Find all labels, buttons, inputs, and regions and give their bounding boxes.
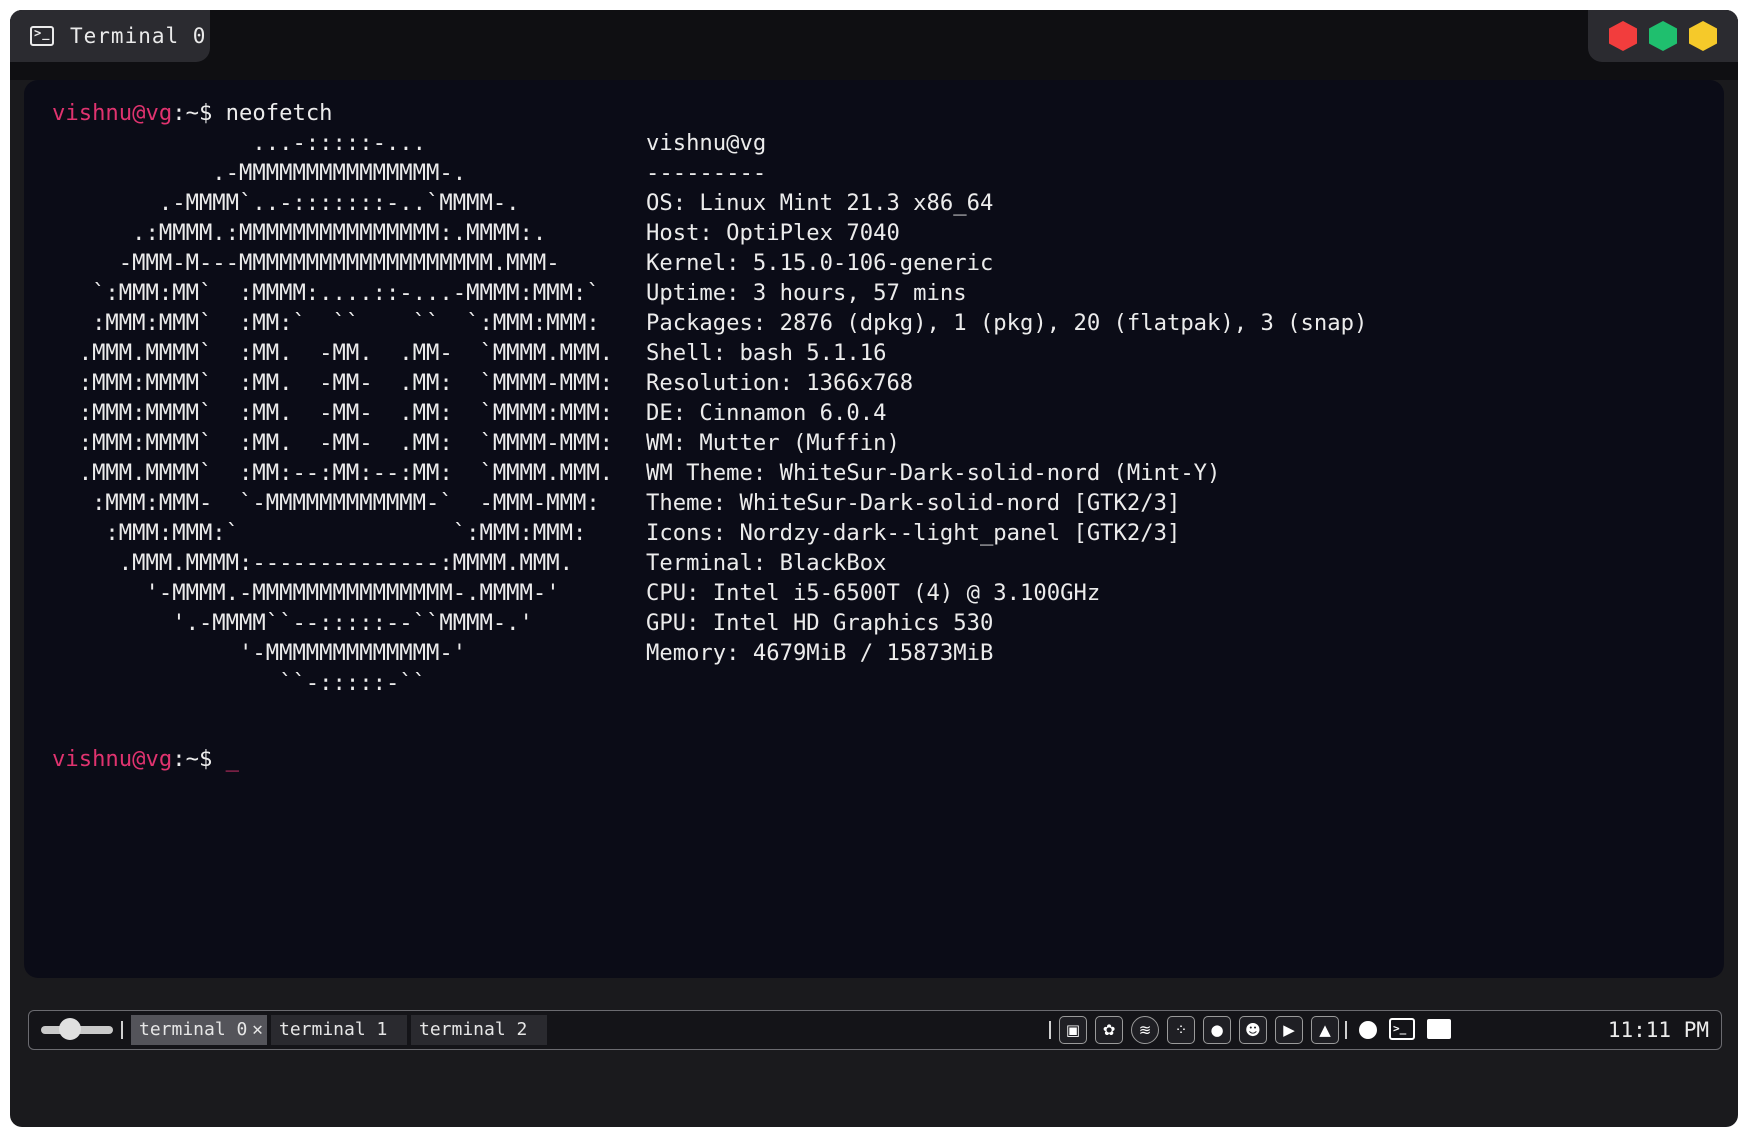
title-bar: Terminal 0 [10,10,1738,80]
prompt-suffix-2: :~$ [172,746,226,772]
info-line: Resolution: 1366x768 [646,370,914,396]
youtube-icon[interactable]: ▶ [1275,1016,1303,1044]
info-header: vishnu@vg [646,130,767,156]
info-line: DE: Cinnamon 6.0.4 [646,400,887,426]
info-line: Icons: Nordzy-dark--light_panel [GTK2/3] [646,520,1181,546]
info-line: WM Theme: WhiteSur-Dark-solid-nord (Mint… [646,460,1221,486]
panel-tab-label: terminal 2 [419,1019,528,1040]
info-line: Uptime: 3 hours, 57 mins [646,280,967,306]
info-rule: --------- [646,160,767,186]
text-cursor: _ [225,746,240,772]
maximize-window-button[interactable] [1649,21,1677,51]
info-line: Memory: 4679MiB / 15873MiB [646,640,994,666]
panel-tab-label: terminal 1 [279,1019,388,1040]
info-line: CPU: Intel i5-6500T (4) @ 3.100GHz [646,580,1101,606]
files-folder-icon[interactable] [1427,1019,1451,1039]
info-line: WM: Mutter (Muffin) [646,430,900,456]
panel-tab-terminal-0[interactable]: terminal 0 ✕ [131,1015,267,1045]
volume-slider-knob[interactable] [59,1018,81,1040]
spotify-icon[interactable]: ≋ [1131,1016,1159,1044]
status-dot-icon[interactable] [1359,1021,1377,1039]
info-line: Kernel: 5.15.0-106-generic [646,250,994,276]
github-icon[interactable]: ● [1203,1016,1231,1044]
command-text: neofetch [225,100,333,126]
panel-separator [1345,1021,1347,1039]
command-line: vishnu@vg:~$ neofetch [52,98,333,128]
info-line: Host: OptiPlex 7040 [646,220,900,246]
panel-tab-terminal-1[interactable]: terminal 1 [271,1015,407,1045]
neofetch-info: vishnu@vg --------- OS: Linux Mint 21.3 x8… [646,128,1367,668]
terminal-icon [30,26,54,46]
active-prompt-line[interactable]: vishnu@vg:~$ _ [52,744,239,774]
figma-icon[interactable]: ⁘ [1167,1016,1195,1044]
minimize-window-button[interactable] [1689,21,1717,51]
screen-recorder-icon[interactable]: ▣ [1059,1016,1087,1044]
prompt-user: vishnu@vg [52,100,173,126]
panel-separator [121,1021,123,1039]
terminal-window: Terminal 0 vishnu@vg:~$ neofetch ...-:::… [10,10,1738,1127]
info-line: Packages: 2876 (dpkg), 1 (pkg), 20 (flat… [646,310,1368,336]
terminal-launcher-icon[interactable]: >_ [1389,1018,1415,1040]
panel-tab-terminal-2[interactable]: terminal 2 [411,1015,547,1045]
chatgpt-icon[interactable]: ✿ [1095,1016,1123,1044]
discord-icon[interactable]: ☻ [1239,1016,1267,1044]
terminal-area[interactable]: vishnu@vg:~$ neofetch ...-:::::-... .-MM… [24,80,1724,978]
bottom-panel: terminal 0 ✕ terminal 1 terminal 2 ▣ ✿ ≋… [28,1010,1722,1050]
info-line: Terminal: BlackBox [646,550,887,576]
info-line: Theme: WhiteSur-Dark-solid-nord [GTK2/3] [646,490,1181,516]
panel-tab-label: terminal 0 [139,1019,248,1040]
window-controls [1588,10,1738,62]
info-line: Shell: bash 5.1.16 [646,340,887,366]
panel-clock[interactable]: 11:11 PM [1608,1011,1709,1049]
close-icon[interactable]: ✕ [252,1015,263,1045]
panel-separator [1049,1021,1051,1039]
close-window-button[interactable] [1609,21,1637,51]
window-tab[interactable]: Terminal 0 [10,10,210,62]
neofetch-logo: ...-:::::-... .-MMMMMMMMMMMMMMM-. .-MMMM… [78,130,614,696]
info-line: GPU: Intel HD Graphics 530 [646,610,994,636]
drive-icon[interactable]: ▲ [1311,1016,1339,1044]
prompt-suffix: :~$ [172,100,226,126]
window-title: Terminal 0 [70,24,207,48]
info-line: OS: Linux Mint 21.3 x86_64 [646,190,994,216]
prompt-user-2: vishnu@vg [52,746,173,772]
